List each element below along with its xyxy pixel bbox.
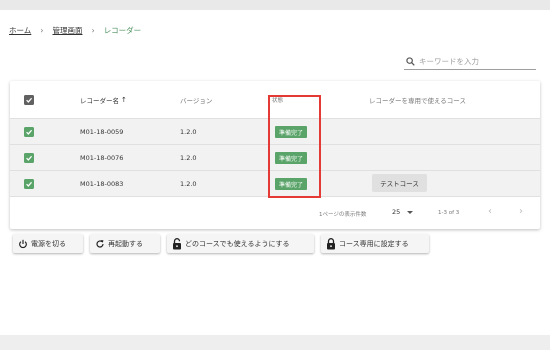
recorder-version: 1.2.0 [180,154,197,162]
next-page-button[interactable]: › [519,206,523,217]
dropdown-arrow-icon [407,210,414,214]
restart-icon [96,239,104,248]
any-course-label: どのコースでも使えるようにする [185,239,290,248]
row-checkbox[interactable] [24,127,34,137]
search-field[interactable] [404,53,536,70]
breadcrumb-current: レコーダー [103,26,142,35]
course-only-label: コース専用に設定する [339,239,409,248]
rows-per-page-value: 25 [392,208,401,216]
row-checkbox[interactable] [24,153,34,163]
checkmark-icon [26,155,33,161]
recorder-name: M01-18-0076 [80,154,124,162]
lock-icon [327,237,335,249]
lock-open-icon [173,237,181,249]
restart-button[interactable]: 再起動する [90,234,160,253]
breadcrumb-separator: › [91,26,95,35]
recorder-name: M01-18-0059 [80,128,124,136]
any-course-button[interactable]: どのコースでも使えるようにする [167,234,314,253]
power-icon [19,239,27,248]
restart-label: 再起動する [108,239,143,248]
recorder-name: M01-18-0083 [80,180,124,188]
course-chip-test[interactable]: テストコース [372,174,427,192]
course-only-button[interactable]: コース専用に設定する [321,234,429,253]
power-off-label: 電源を切る [31,239,66,248]
recorder-version: 1.2.0 [180,128,197,136]
column-name-label: レコーダー名 [80,97,119,105]
breadcrumb: ホーム › 管理画面 › レコーダー [9,25,141,36]
recorder-table: レコーダー名 ↑ バージョン 状態 レコーダーを専用で使えるコース M01-18… [10,81,540,229]
table-header: レコーダー名 ↑ バージョン 状態 レコーダーを専用で使えるコース [10,81,540,119]
rows-per-page-label: 1ページの表示件数 [319,212,367,218]
column-header-name[interactable]: レコーダー名 ↑ [80,81,127,119]
status-badge: 準備完了 [275,152,308,164]
main-page: ホーム › 管理画面 › レコーダー レコーダー名 ↑ バージョン 状態 レコー… [0,10,550,335]
select-all-checkbox[interactable] [24,95,34,105]
checkmark-icon [26,181,33,187]
top-strip [0,0,550,10]
status-badge: 準備完了 [275,178,308,190]
table-row[interactable]: M01-18-0059 1.2.0 準備完了 [10,119,540,145]
page-range: 1-3 of 3 [438,210,460,216]
column-header-status: 状態 [272,98,284,104]
prev-page-button[interactable]: ‹ [488,206,492,217]
recorder-version: 1.2.0 [180,180,197,188]
row-checkbox[interactable] [24,179,34,189]
breadcrumb-admin[interactable]: 管理画面 [52,25,82,36]
search-icon [406,56,415,66]
column-header-course: レコーダーを専用で使えるコース [369,97,466,105]
checkmark-icon [26,97,33,103]
breadcrumb-home[interactable]: ホーム [9,25,31,36]
search-input[interactable] [419,56,529,66]
breadcrumb-separator: › [40,26,44,35]
sort-arrow-icon: ↑ [121,96,127,104]
power-off-button[interactable]: 電源を切る [13,234,83,253]
column-header-version: バージョン [180,97,213,105]
checkmark-icon [26,129,33,135]
table-row[interactable]: M01-18-0083 1.2.0 準備完了 テストコース [10,171,540,197]
table-pagination: 1ページの表示件数 25 1-3 of 3 ‹ › [10,197,540,229]
table-row[interactable]: M01-18-0076 1.2.0 準備完了 [10,145,540,171]
status-badge: 準備完了 [275,126,308,138]
rows-per-page-select[interactable]: 25 [392,208,414,216]
